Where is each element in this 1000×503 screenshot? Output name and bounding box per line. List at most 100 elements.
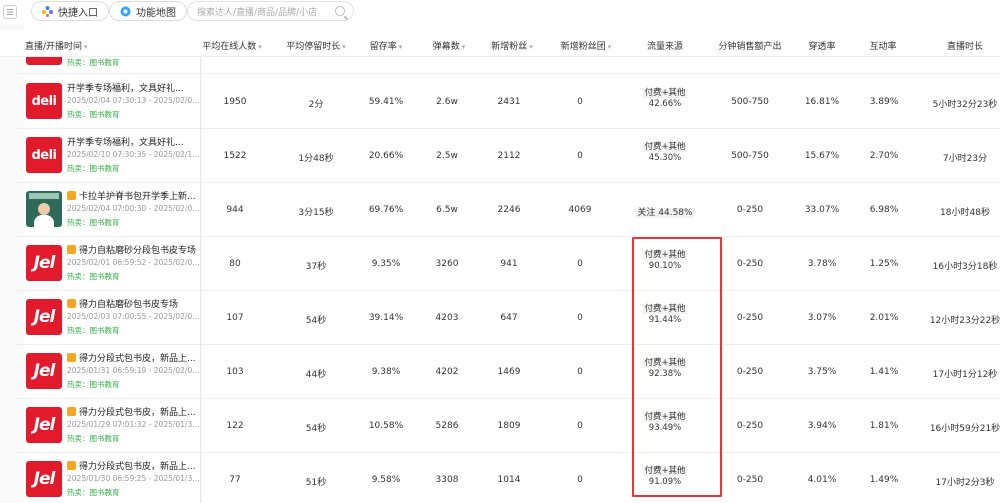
live-time-range: 2025/02/03 07:00:55 - 2025/02/03 1...	[67, 312, 202, 321]
retention-rate: 9.58%	[371, 475, 401, 485]
danmaku-count: 2.6w	[436, 97, 458, 107]
live-duration: 7小时23分	[942, 154, 988, 164]
traffic-source: 付费+其他 90.10%	[642, 250, 688, 271]
interaction-rate: 1.25%	[869, 259, 899, 269]
hot-sell-label: 热卖：图书教育	[67, 218, 120, 227]
table-row[interactable]: Jel 得力分段式包书皮，新品上... 2025/01/29 07:01:32 …	[16, 399, 1000, 453]
header-traffic-source: 流量来源	[646, 42, 684, 52]
live-duration: 17小时1分12秒	[932, 370, 998, 380]
avg-stay: 3分15秒	[298, 208, 334, 218]
hot-sell-label: 热卖：图书教育	[67, 58, 120, 67]
table-row[interactable]: 热卖：图书教育	[16, 57, 1000, 74]
header-retention[interactable]: 留存率 ▾	[370, 39, 403, 52]
new-fan-groups: 0	[577, 475, 583, 485]
sales-per-minute: 500-750	[731, 151, 769, 161]
sort-icon[interactable]: ▾	[258, 43, 262, 51]
header-danmaku[interactable]: 弹幕数 ▾	[433, 39, 466, 52]
danmaku-count: 6.5w	[436, 205, 458, 215]
feature-map-button[interactable]: 功能地图	[109, 1, 187, 21]
traffic-source: 付费+其他 93.49%	[642, 412, 688, 433]
new-fan-groups: 0	[577, 151, 583, 161]
hot-sell-label: 热卖：图书教育	[67, 326, 120, 335]
live-cover[interactable]: deli	[26, 137, 62, 173]
avg-stay: 1分48秒	[298, 154, 334, 164]
hot-sell-label: 热卖：图书教育	[67, 272, 120, 281]
live-cover[interactable]: Jel	[26, 245, 62, 281]
retention-rate: 20.66%	[368, 151, 404, 161]
sort-icon[interactable]: ▾	[399, 43, 403, 51]
danmaku-count: 3308	[435, 475, 459, 485]
avg-online: 944	[226, 205, 244, 215]
live-duration: 16小时59分21秒	[929, 424, 1000, 434]
quick-entry-button[interactable]: 快捷入口	[31, 1, 109, 21]
ad-badge-icon	[67, 299, 76, 308]
hot-sell-label: 热卖：图书教育	[67, 380, 120, 389]
ad-badge-icon	[67, 461, 76, 470]
live-title[interactable]: 得力分段式包书皮，新品上...	[67, 459, 202, 472]
avg-stay: 44秒	[305, 370, 327, 380]
sales-per-minute: 0-250	[736, 421, 764, 431]
live-time-range: 2025/01/29 07:01:32 - 2025/01/30 0...	[67, 420, 202, 429]
search-input[interactable]: 搜索达人/直播/商品/品牌/小店	[187, 1, 354, 21]
live-time-range: 2025/02/04 07:00:30 - 2025/02/05 ...	[67, 204, 202, 213]
table-row[interactable]: deli 开学季专场福利，文具好礼... 2025/02/04 07:30:13…	[16, 75, 1000, 129]
live-title[interactable]: 得力分段式包书皮，新品上...	[67, 405, 202, 418]
live-title[interactable]: 得力自粘磨砂包书皮专场	[67, 297, 202, 310]
live-title[interactable]: 得力分段式包书皮，新品上...	[67, 351, 202, 364]
hot-sell-label: 热卖：图书教育	[67, 164, 120, 173]
avg-stay: 51秒	[305, 478, 327, 488]
penetration-rate: 33.07%	[804, 205, 840, 215]
header-new-fans[interactable]: 新增粉丝 ▾	[491, 39, 533, 52]
header-avg-stay[interactable]: 平均停留时长 ▾	[286, 39, 346, 52]
live-cover[interactable]: Jel	[26, 299, 62, 335]
menu-icon[interactable]: ☰	[3, 5, 17, 19]
table-row[interactable]: Jel 得力自粘磨砂分段包书皮专场 2025/02/01 06:59:52 - …	[16, 237, 1000, 291]
sort-icon[interactable]: ▾	[529, 43, 533, 51]
header-live-open-time[interactable]: 直播/开播时间 ▾	[25, 39, 88, 52]
traffic-source: 关注 44.58%	[635, 208, 695, 218]
map-icon	[120, 6, 131, 17]
penetration-rate: 4.01%	[807, 475, 837, 485]
live-title[interactable]: 得力自粘磨砂分段包书皮专场	[67, 243, 202, 256]
live-cover	[26, 57, 62, 65]
table-row[interactable]: deli 开学季专场福利，文具好礼... 2025/02/10 07:30:35…	[16, 129, 1000, 183]
avg-stay: 54秒	[305, 424, 327, 434]
sales-per-minute: 0-250	[736, 205, 764, 215]
ad-badge-icon	[67, 407, 76, 416]
header-duration: 直播时长	[946, 42, 984, 52]
live-duration: 17小时2分3秒	[935, 478, 995, 488]
header-avg-online[interactable]: 平均在线人数 ▾	[202, 39, 262, 52]
search-icon[interactable]	[335, 6, 345, 16]
live-cover[interactable]: deli	[26, 83, 62, 119]
live-title[interactable]: 开学季专场福利，文具好礼...	[67, 81, 202, 94]
penetration-rate: 3.07%	[807, 313, 837, 323]
sort-icon[interactable]: ▾	[342, 43, 346, 51]
traffic-source: 付费+其他 45.30%	[642, 142, 688, 163]
header-new-fan-groups[interactable]: 新增粉丝团 ▾	[561, 39, 612, 52]
interaction-rate: 2.01%	[869, 313, 899, 323]
table-row[interactable]: Jel 得力分段式包书皮，新品上... 2025/01/31 06:59:19 …	[16, 345, 1000, 399]
table-row[interactable]: Jel 得力自粘磨砂包书皮专场 2025/02/03 07:00:55 - 20…	[16, 291, 1000, 345]
toolbar: ☰ 快捷入口 功能地图 搜索达人/直播/商品/品牌/小店	[0, 0, 1000, 24]
table-row[interactable]: Jel 得力分段式包书皮，新品上... 2025/01/30 06:59:25 …	[16, 453, 1000, 503]
live-cover[interactable]: Jel	[26, 461, 62, 497]
sort-icon[interactable]: ▾	[608, 43, 612, 51]
penetration-rate: 15.67%	[804, 151, 840, 161]
live-cover[interactable]: Jel	[26, 407, 62, 443]
sort-icon[interactable]: ▾	[84, 43, 88, 51]
new-fans: 2112	[497, 151, 521, 161]
live-title[interactable]: 卡拉羊护脊书包开学季上新...	[67, 189, 202, 202]
retention-rate: 39.14%	[368, 313, 404, 323]
avg-online: 1522	[223, 151, 247, 161]
hot-sell-label: 热卖：图书教育	[67, 434, 120, 443]
sort-icon[interactable]: ▾	[462, 43, 466, 51]
table-row[interactable]: 卡拉羊护脊书包开学季上新... 2025/02/04 07:00:30 - 20…	[16, 183, 1000, 237]
sales-per-minute: 0-250	[736, 367, 764, 377]
live-cover[interactable]: Jel	[26, 353, 62, 389]
new-fan-groups: 0	[577, 313, 583, 323]
retention-rate: 10.58%	[368, 421, 404, 431]
live-title[interactable]: 开学季专场福利，文具好礼...	[67, 135, 202, 148]
live-cover[interactable]	[26, 191, 62, 227]
penetration-rate: 3.75%	[807, 367, 837, 377]
search-placeholder: 搜索达人/直播/商品/品牌/小店	[197, 7, 318, 18]
